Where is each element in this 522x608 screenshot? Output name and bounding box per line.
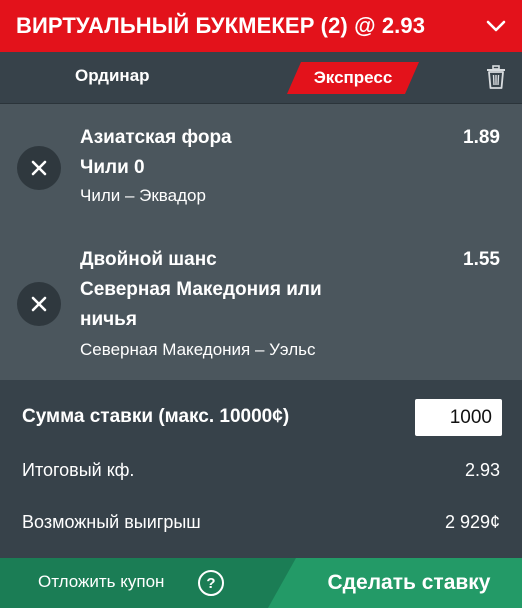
trash-icon[interactable]: [484, 64, 508, 90]
possible-win-label: Возможный выигрыш: [22, 512, 201, 532]
bet-summary: Сумма ставки (макс. 10000¢) Итоговый кф.…: [0, 380, 522, 558]
place-bet-label: Сделать ставку: [327, 571, 491, 594]
stake-label: Сумма ставки (макс. 10000¢): [22, 406, 290, 427]
bet-market: Азиатская фора: [80, 127, 232, 148]
bet-odds: 1.89: [463, 127, 500, 148]
tab-single[interactable]: Ординар: [75, 66, 150, 86]
bet-selection-continued: ничья: [80, 309, 137, 330]
possible-win-value: 2 929¢: [444, 512, 500, 532]
bet-event: Северная Македония – Уэльс: [80, 340, 316, 359]
bet-item: Двойной шанс Северная Македония или ничь…: [0, 226, 522, 380]
close-icon: [31, 160, 47, 176]
remove-bet-button[interactable]: [17, 282, 61, 326]
stake-input[interactable]: [415, 399, 502, 436]
tab-express-label: Экспресс: [313, 68, 393, 87]
remove-bet-button[interactable]: [17, 146, 61, 190]
total-odds-label: Итоговый кф.: [22, 460, 135, 480]
bet-selection: Чили 0: [80, 157, 145, 178]
chevron-down-icon[interactable]: [484, 14, 508, 38]
help-icon[interactable]: ?: [198, 570, 224, 596]
bet-type-tabs: Ординар Экспресс: [0, 52, 522, 104]
bet-market: Двойной шанс: [80, 249, 217, 270]
bet-event: Чили – Эквадор: [80, 186, 206, 205]
tab-express[interactable]: Экспресс: [287, 62, 419, 94]
close-icon: [31, 296, 47, 312]
place-bet-button[interactable]: Сделать ставку: [296, 558, 522, 608]
betslip-footer: Отложить купон ? Сделать ставку: [0, 558, 522, 608]
bet-selection: Северная Македония или: [80, 279, 322, 300]
postpone-coupon-button[interactable]: Отложить купон: [38, 572, 164, 592]
total-odds-value: 2.93: [464, 460, 500, 480]
bet-list: Азиатская фора Чили 0 Чили – Эквадор 1.8…: [0, 104, 522, 380]
betslip-header[interactable]: ВИРТУАЛЬНЫЙ БУКМЕКЕР (2) @ 2.93: [0, 0, 522, 52]
betslip-title: ВИРТУАЛЬНЫЙ БУКМЕКЕР (2) @ 2.93: [16, 13, 426, 38]
bet-odds: 1.55: [463, 249, 500, 270]
bet-item: Азиатская фора Чили 0 Чили – Эквадор 1.8…: [0, 104, 522, 226]
